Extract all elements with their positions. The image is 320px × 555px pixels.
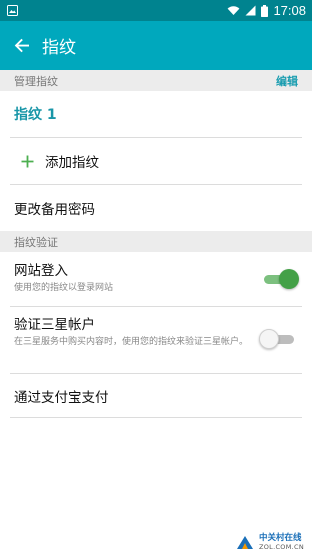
back-button[interactable]	[0, 21, 42, 70]
divider	[10, 417, 302, 418]
section-title-manage: 管理指纹	[14, 74, 58, 88]
app-bar: 指纹	[0, 21, 312, 70]
alipay-payment-label: 通过支付宝支付	[14, 390, 109, 406]
status-right: 17:08	[227, 4, 306, 17]
page-title: 指纹	[42, 38, 76, 58]
zol-watermark: 中关村在线 ZOL.COM.CN	[235, 533, 304, 551]
toggle-thumb	[279, 269, 299, 289]
plus-icon	[21, 155, 34, 167]
add-fingerprint-button[interactable]: 添加指纹	[0, 138, 312, 184]
status-time: 17:08	[273, 3, 306, 18]
section-header-verify: 指纹验证	[0, 231, 312, 252]
status-left	[7, 5, 18, 16]
alipay-payment-item[interactable]: 通过支付宝支付	[0, 374, 312, 418]
samsung-account-item[interactable]: 验证三星帐户 在三星服务中购买内容时，使用您的指纹来验证三星帐户。	[0, 307, 312, 373]
arrow-back-icon	[14, 38, 29, 53]
wifi-icon	[228, 6, 240, 15]
section-header-manage: 管理指纹 编辑	[0, 70, 312, 91]
zol-watermark-en: ZOL.COM.CN	[259, 543, 304, 551]
fingerprint-item-1[interactable]: 指纹 1	[0, 91, 312, 137]
website-login-title: 网站登入	[14, 263, 68, 279]
change-backup-password-label: 更改备用密码	[14, 202, 95, 218]
samsung-account-toggle[interactable]	[259, 329, 296, 349]
samsung-account-title: 验证三星帐户	[14, 317, 95, 333]
toggle-thumb	[259, 329, 279, 349]
website-login-desc: 使用您的指纹以登录网站	[14, 283, 114, 293]
samsung-account-desc: 在三星服务中购买内容时，使用您的指纹来验证三星帐户。	[14, 337, 249, 347]
samsung-account-texts: 验证三星帐户 在三星服务中购买内容时，使用您的指纹来验证三星帐户。	[14, 316, 298, 348]
add-fingerprint-label: 添加指纹	[45, 155, 99, 171]
change-backup-password-item[interactable]: 更改备用密码	[0, 185, 312, 231]
zol-logo-icon	[237, 536, 253, 549]
website-login-toggle[interactable]	[262, 269, 299, 289]
status-bar: 17:08	[0, 0, 312, 21]
section-title-verify: 指纹验证	[14, 235, 58, 249]
edit-button[interactable]: 编辑	[276, 73, 298, 89]
zol-watermark-cn: 中关村在线	[259, 533, 302, 543]
zol-watermark-texts: 中关村在线 ZOL.COM.CN	[259, 533, 304, 551]
fingerprint-label: 指纹 1	[14, 107, 57, 123]
website-login-item[interactable]: 网站登入 使用您的指纹以登录网站	[0, 252, 312, 306]
signal-icon	[245, 5, 256, 16]
image-notification-icon	[7, 5, 18, 16]
battery-icon	[261, 4, 269, 17]
website-login-texts: 网站登入 使用您的指纹以登录网站	[14, 262, 298, 294]
